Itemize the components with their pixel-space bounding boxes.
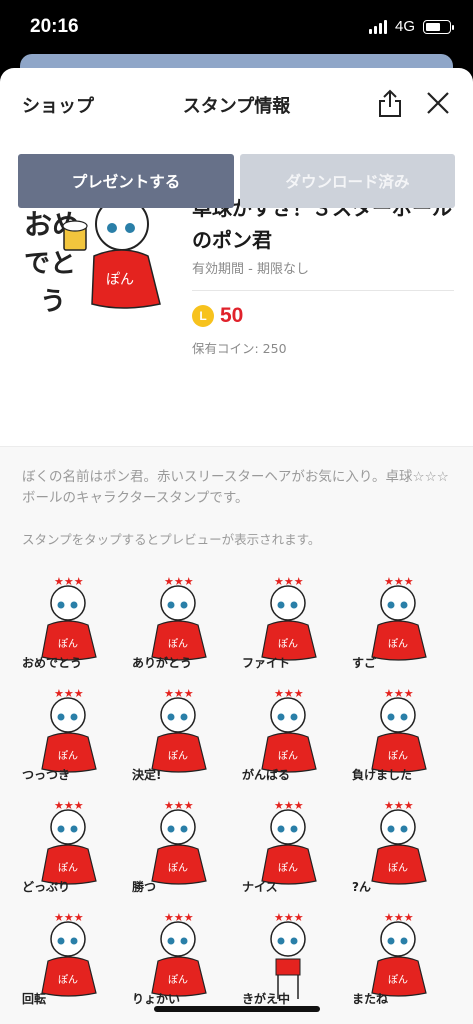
sticker-caption: またね [352,992,388,1006]
sticker-thumbnail[interactable]: ★★★ ぽん 回転 [18,905,122,1009]
sticker-thumbnail[interactable]: ★★★ ぽん 負けました [348,681,452,785]
sticker-shirt-text: ぽん [168,974,188,986]
svg-text:でと: でと [24,249,76,279]
signal-icon [368,19,387,34]
sticker-info-sheet: ショップ スタンプ情報 おめ でと う ★★★ ぽん yuko > 卓球がすき！… [0,68,473,1024]
sticker-thumbnail[interactable]: ★★★ ぽん がんばる [238,681,342,785]
sticker-shirt-text: ぽん [388,862,408,874]
validity-period: 有効期間 - 期限なし [192,262,309,277]
price-row: L 50 [192,304,243,328]
preview-hint: スタンプをタップするとプレビューが表示されます。 [22,532,321,547]
sticker-shirt-text: ぽん [168,862,188,874]
sticker-image: ★★★ぽん決定! [132,687,207,782]
sticker-thumbnail[interactable]: ★★★ ぽん どっぷり [18,793,122,897]
sticker-thumbnail[interactable]: ★★★ ぽん すご [348,569,452,673]
main-sticker-shirt-text: ぽん [106,272,134,288]
sticker-thumbnail[interactable]: ★★★ ぽん ナイス [238,793,342,897]
sticker-shirt-text: ぽん [58,638,78,650]
sticker-shirt-text: ぽん [58,974,78,986]
sticker-thumbnail[interactable]: ★★★ ぽん ファイト [238,569,342,673]
sticker-caption: ありがとう [132,655,192,670]
status-time: 20:16 [30,16,79,37]
sticker-caption: りょかい [132,992,180,1006]
home-indicator[interactable] [154,1006,320,1012]
sticker-caption: すご [352,655,377,670]
sticker-caption: おめでとう [22,656,82,670]
sticker-image: ★★★ぽんどっぷり [22,799,97,894]
sticker-thumbnail[interactable]: ★★★ ぽん またね [348,905,452,1009]
sticker-thumbnail[interactable]: ★★★ ぽん ありがとう [128,569,232,673]
sticker-shirt-text: ぽん [388,750,408,762]
sticker-caption: ?ん [352,880,371,894]
sticker-image: ★★★ぽんすご [352,575,427,670]
sticker-thumbnail[interactable]: ★★★ ぽん 決定! [128,681,232,785]
sticker-image: ★★★ぽんファイト [242,575,317,670]
divider [192,290,454,291]
sticker-shirt-text: ぽん [278,750,298,762]
sticker-caption: がんばる [242,767,290,782]
sticker-image: ★★★ぽんおめでとう [22,575,97,670]
sticker-image: ★★★ぽん負けました [352,687,427,782]
nav-bar: ショップ スタンプ情報 [0,68,473,140]
sticker-image: ★★★ぽんナイス [242,799,317,894]
sticker-shirt-text: ぽん [168,750,188,762]
sticker-caption: どっぷり [22,880,70,894]
svg-text:う: う [40,287,66,317]
sticker-image: ★★★ぽんりょかい [132,911,207,1006]
sticker-caption: つっつき [22,768,70,782]
present-button[interactable]: プレゼントする [18,154,234,208]
sticker-thumbnail[interactable]: ★★★ ぽん 勝つ [128,793,232,897]
sticker-caption: ナイス [242,880,278,894]
sticker-shirt-text: ぽん [388,638,408,650]
close-icon[interactable] [425,90,451,116]
sticker-caption: 回転 [22,991,46,1006]
sticker-image: ★★★ぽんがんばる [242,687,317,782]
sticker-shirt-text: ぽん [278,638,298,650]
price-value: 50 [220,304,244,327]
sticker-image: ★★★ぽんまたね [352,911,427,1006]
share-icon[interactable] [377,88,403,118]
sticker-caption: ファイト [242,656,290,670]
network-type: 4G [394,18,415,35]
sticker-image: ★★★ぽん勝つ [132,799,207,894]
sticker-image: ★★★ぽんつっつき [22,687,97,782]
download-button-disabled: ダウンロード済み [240,154,455,208]
line-coin-icon: L [192,305,214,327]
sticker-image: ★★★ぽん回転 [22,911,97,1006]
battery-icon [423,19,454,34]
sticker-thumbnail[interactable]: ★★★ ぽん つっつき [18,681,122,785]
sticker-shirt-text: ぽん [58,862,78,874]
sticker-caption: きがえ中 [242,991,290,1006]
sticker-caption: 勝つ [132,879,156,894]
sticker-shirt-text: ぽん [58,750,78,762]
sticker-caption: 負けました [352,767,412,782]
sticker-details: ぼくの名前はポン君。赤いスリースターヘアがお気に入り。卓球☆☆☆ボールのキャラク… [0,446,473,1024]
sticker-thumbnail[interactable]: ★★★ ぽん ?ん [348,793,452,897]
sticker-caption: 決定! [132,767,161,782]
sticker-thumbnail[interactable]: ★★★ きがえ中 [238,905,342,1009]
sticker-shirt-text: ぽん [168,638,188,650]
sticker-description: ぼくの名前はポン君。赤いスリースターヘアがお気に入り。卓球☆☆☆ボールのキャラク… [22,469,449,506]
status-bar: 20:16 4G [0,0,473,56]
sticker-image: ★★★ぽんありがとう [132,575,207,670]
status-indicators: 4G [368,18,454,35]
sticker-thumbnail[interactable]: ★★★ ぽん おめでとう [18,569,122,673]
owned-coins: 保有コイン: 250 [192,341,287,356]
sticker-thumbnail[interactable]: ★★★ ぽん りょかい [128,905,232,1009]
sticker-shirt-text: ぽん [278,862,298,874]
sticker-image: ★★★きがえ中 [242,911,306,1006]
sticker-shirt-text: ぽん [388,974,408,986]
sticker-image: ★★★ぽん?ん [352,799,427,894]
